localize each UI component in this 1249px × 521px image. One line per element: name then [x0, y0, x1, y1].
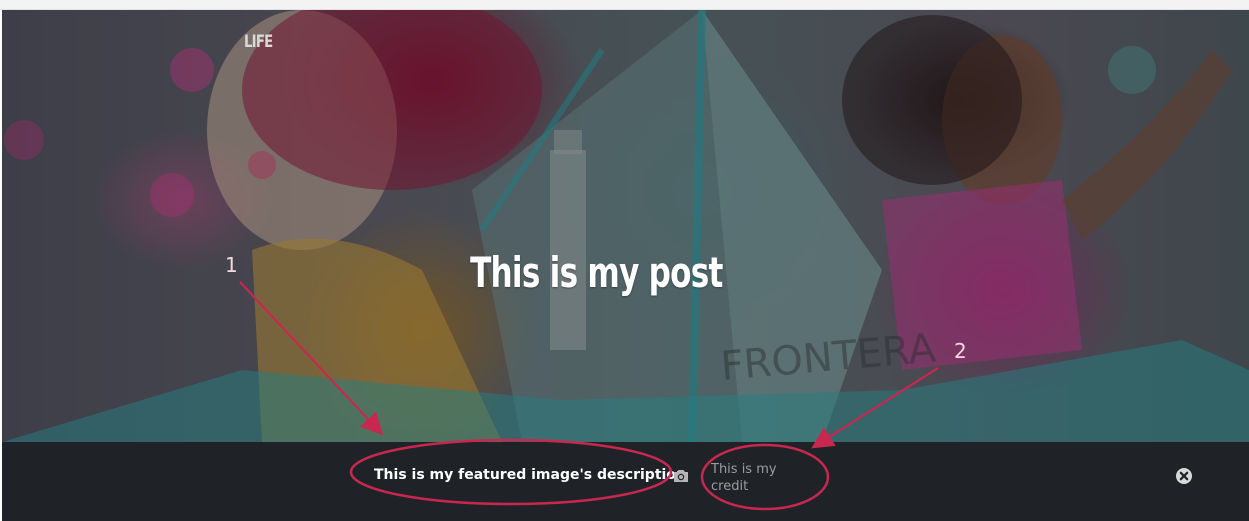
image-caption-bar: This is my featured image's description …: [2, 442, 1249, 521]
top-bar: [0, 0, 1249, 10]
hero-overlay: [2, 10, 1249, 442]
image-description: This is my featured image's description: [374, 467, 686, 483]
post-title: This is my post: [470, 248, 723, 297]
post-category[interactable]: LIFE: [244, 32, 273, 52]
close-circle-icon[interactable]: [1175, 467, 1193, 485]
featured-image: FRONTERA LIFE This is my post: [2, 10, 1249, 442]
image-credit: This is my credit: [711, 462, 777, 494]
annotation-marker-2: 2: [954, 339, 967, 363]
annotation-marker-1: 1: [225, 253, 238, 277]
camera-icon: [674, 470, 688, 482]
